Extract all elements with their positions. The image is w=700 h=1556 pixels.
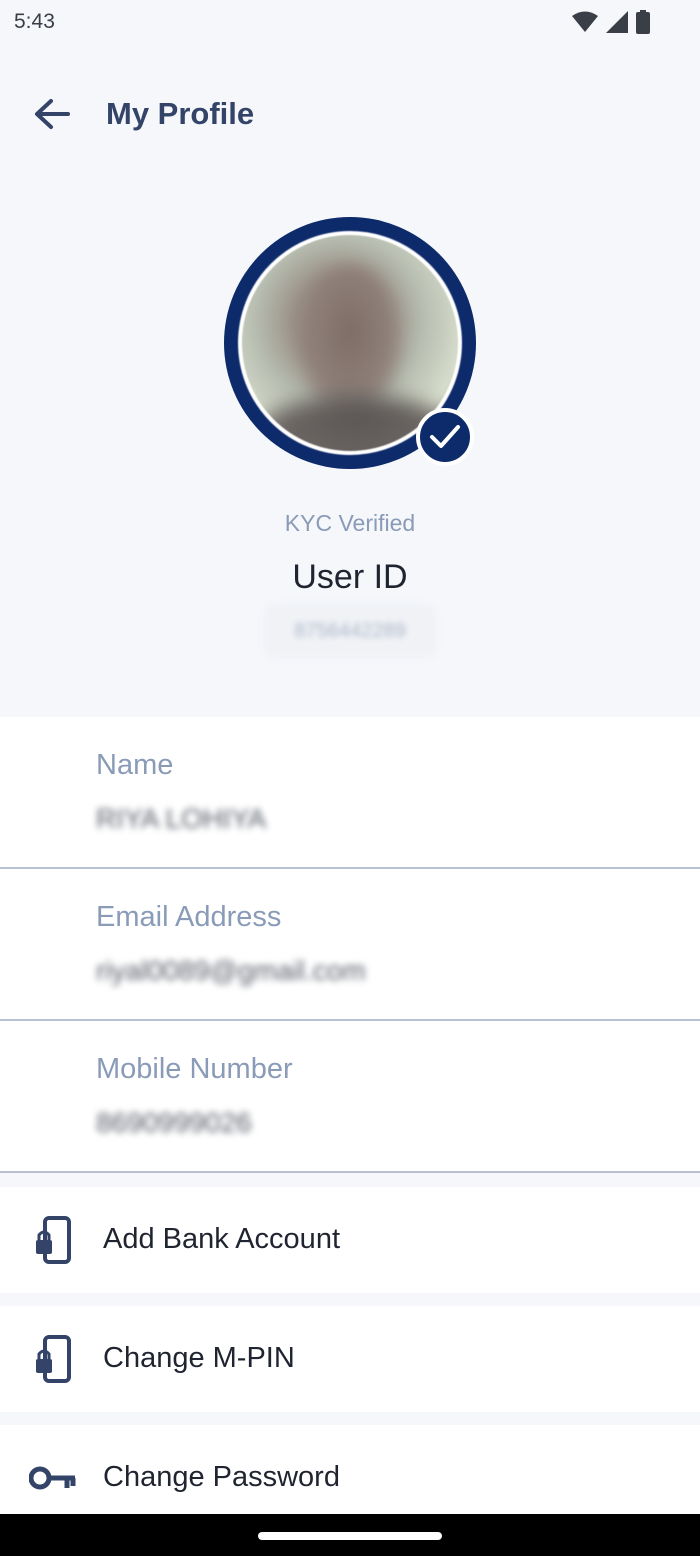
battery-icon bbox=[636, 10, 650, 34]
app-bar: My Profile bbox=[0, 72, 700, 156]
page-title: My Profile bbox=[106, 96, 255, 131]
mobile-label: Mobile Number bbox=[96, 1053, 293, 1085]
profile-avatar[interactable] bbox=[224, 217, 476, 469]
name-value: RIYA LOHIYA bbox=[96, 803, 267, 834]
user-id-label: User ID bbox=[292, 558, 408, 596]
verified-badge bbox=[416, 408, 474, 466]
user-id-value: 8756442289 bbox=[264, 604, 436, 658]
status-icons bbox=[572, 10, 650, 34]
status-time: 5:43 bbox=[14, 10, 55, 33]
mobile-field: Mobile Number 8690999026 bbox=[0, 1021, 700, 1173]
name-field: Name RIYA LOHIYA bbox=[0, 717, 700, 869]
change-password-label: Change Password bbox=[103, 1461, 340, 1493]
phone-lock-icon bbox=[28, 1215, 78, 1265]
email-value: riyal0089@gmail.com bbox=[96, 955, 366, 986]
home-gesture-handle[interactable] bbox=[258, 1532, 442, 1540]
checkmark-icon bbox=[430, 425, 460, 448]
status-bar: 5:43 bbox=[0, 0, 700, 44]
phone-lock-icon bbox=[28, 1334, 78, 1384]
key-icon bbox=[28, 1453, 78, 1503]
add-bank-account-button[interactable]: Add Bank Account bbox=[0, 1187, 700, 1293]
wifi-icon bbox=[572, 11, 598, 32]
name-label: Name bbox=[96, 749, 174, 781]
arrow-left-icon bbox=[35, 99, 70, 129]
change-mpin-label: Change M-PIN bbox=[103, 1342, 295, 1374]
add-bank-account-label: Add Bank Account bbox=[103, 1223, 340, 1255]
email-label: Email Address bbox=[96, 901, 282, 933]
profile-info-section: Name RIYA LOHIYA Email Address riyal0089… bbox=[0, 717, 700, 1173]
cellular-signal-icon bbox=[606, 11, 628, 33]
back-button[interactable] bbox=[26, 90, 78, 138]
change-mpin-button[interactable]: Change M-PIN bbox=[0, 1306, 700, 1412]
mobile-value: 8690999026 bbox=[96, 1107, 252, 1138]
system-navigation-bar bbox=[0, 1514, 700, 1556]
email-field: Email Address riyal0089@gmail.com bbox=[0, 869, 700, 1021]
kyc-status: KYC Verified bbox=[284, 510, 416, 536]
